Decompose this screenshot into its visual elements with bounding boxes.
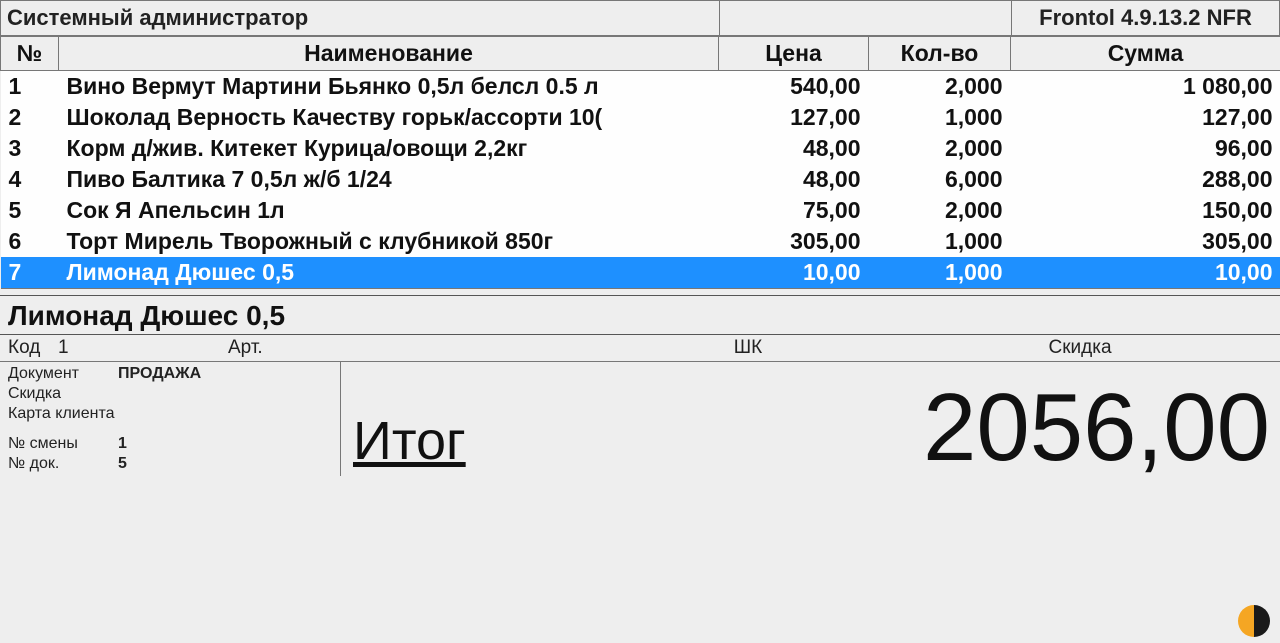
meta-docnum-label: № док. <box>8 455 118 473</box>
cell-price: 127,00 <box>719 102 869 133</box>
items-table: № Наименование Цена Кол-во Сумма 1Вино В… <box>0 36 1280 295</box>
col-header-name[interactable]: Наименование <box>59 37 719 71</box>
cell-price: 540,00 <box>719 71 869 103</box>
meta-shift-row: № смены 1 <box>8 434 332 454</box>
cell-sum: 96,00 <box>1011 133 1280 164</box>
meta-document-row: Документ ПРОДАЖА <box>8 364 332 384</box>
cell-sum: 288,00 <box>1011 164 1280 195</box>
detail-discount-label: Скидка <box>888 337 1272 359</box>
meta-docnum-value: 5 <box>118 455 127 473</box>
table-row[interactable]: 5Сок Я Апельсин 1л75,002,000150,00 <box>1 195 1280 226</box>
top-bar-spacer <box>719 1 1011 35</box>
cell-sum: 305,00 <box>1011 226 1280 257</box>
table-row[interactable]: 7Лимонад Дюшес 0,510,001,00010,00 <box>1 257 1280 289</box>
cell-sum: 10,00 <box>1011 257 1280 289</box>
cell-name: Корм д/жив. Китекет Курица/овощи 2,2кг <box>59 133 719 164</box>
detail-code-value: 1 <box>58 337 228 359</box>
cell-sum: 127,00 <box>1011 102 1280 133</box>
cell-name: Вино Вермут Мартини Бьянко 0,5л белсл 0.… <box>59 71 719 103</box>
cell-qty: 2,000 <box>869 71 1011 103</box>
cell-num: 5 <box>1 195 59 226</box>
detail-section: Лимонад Дюшес 0,5 Код 1 Арт. ШК Скидка Д… <box>0 295 1280 476</box>
cell-price: 48,00 <box>719 164 869 195</box>
cell-qty: 1,000 <box>869 226 1011 257</box>
detail-barcode-label: ШК <box>608 337 888 359</box>
cell-price: 305,00 <box>719 226 869 257</box>
cell-price: 75,00 <box>719 195 869 226</box>
detail-code-label: Код <box>8 337 58 359</box>
col-header-num[interactable]: № <box>1 37 59 71</box>
cell-num: 7 <box>1 257 59 289</box>
cell-qty: 2,000 <box>869 195 1011 226</box>
cell-num: 4 <box>1 164 59 195</box>
user-role: Системный администратор <box>1 1 719 35</box>
table-row[interactable]: 1Вино Вермут Мартини Бьянко 0,5л белсл 0… <box>1 71 1280 103</box>
brand-logo-icon <box>1236 603 1272 639</box>
meta-card-label: Карта клиента <box>8 405 115 423</box>
detail-item-title: Лимонад Дюшес 0,5 <box>0 296 1280 335</box>
meta-discount-row: Скидка <box>8 384 332 404</box>
col-header-sum[interactable]: Сумма <box>1011 37 1280 71</box>
cell-sum: 1 080,00 <box>1011 71 1280 103</box>
meta-docnum-row: № док. 5 <box>8 454 332 474</box>
total-value: 2056,00 <box>923 380 1270 476</box>
col-header-price[interactable]: Цена <box>719 37 869 71</box>
cell-price: 48,00 <box>719 133 869 164</box>
cell-num: 2 <box>1 102 59 133</box>
cell-qty: 1,000 <box>869 257 1011 289</box>
cell-num: 6 <box>1 226 59 257</box>
cell-num: 1 <box>1 71 59 103</box>
total-label: Итог <box>353 410 466 472</box>
meta-card-row: Карта клиента <box>8 404 332 424</box>
cell-name: Торт Мирель Творожный с клубникой 850г <box>59 226 719 257</box>
meta-shift-label: № смены <box>8 435 118 453</box>
detail-art-label: Арт. <box>228 337 608 359</box>
detail-attributes-row: Код 1 Арт. ШК Скидка <box>0 335 1280 362</box>
table-row[interactable]: 3Корм д/жив. Китекет Курица/овощи 2,2кг4… <box>1 133 1280 164</box>
cell-qty: 6,000 <box>869 164 1011 195</box>
meta-document-value: ПРОДАЖА <box>118 365 201 383</box>
cell-price: 10,00 <box>719 257 869 289</box>
top-bar: Системный администратор Frontol 4.9.13.2… <box>0 0 1280 36</box>
total-column: Итог 2056,00 <box>340 362 1280 476</box>
meta-discount-label: Скидка <box>8 385 118 403</box>
cell-num: 3 <box>1 133 59 164</box>
meta-document-label: Документ <box>8 365 118 383</box>
col-header-qty[interactable]: Кол-во <box>869 37 1011 71</box>
cell-qty: 1,000 <box>869 102 1011 133</box>
cell-sum: 150,00 <box>1011 195 1280 226</box>
cell-name: Шоколад Верность Качеству горьк/ассорти … <box>59 102 719 133</box>
table-row[interactable]: 4Пиво Балтика 7 0,5л ж/б 1/2448,006,0002… <box>1 164 1280 195</box>
app-version: Frontol 4.9.13.2 NFR <box>1011 1 1279 35</box>
meta-shift-value: 1 <box>118 435 127 453</box>
cell-name: Сок Я Апельсин 1л <box>59 195 719 226</box>
table-header-row: № Наименование Цена Кол-во Сумма <box>1 37 1280 71</box>
bottom-area: Документ ПРОДАЖА Скидка Карта клиента № … <box>0 362 1280 476</box>
cell-name: Пиво Балтика 7 0,5л ж/б 1/24 <box>59 164 719 195</box>
meta-column: Документ ПРОДАЖА Скидка Карта клиента № … <box>0 362 340 476</box>
table-row[interactable]: 2Шоколад Верность Качеству горьк/ассорти… <box>1 102 1280 133</box>
cell-qty: 2,000 <box>869 133 1011 164</box>
cell-name: Лимонад Дюшес 0,5 <box>59 257 719 289</box>
table-row[interactable]: 6Торт Мирель Творожный с клубникой 850г3… <box>1 226 1280 257</box>
